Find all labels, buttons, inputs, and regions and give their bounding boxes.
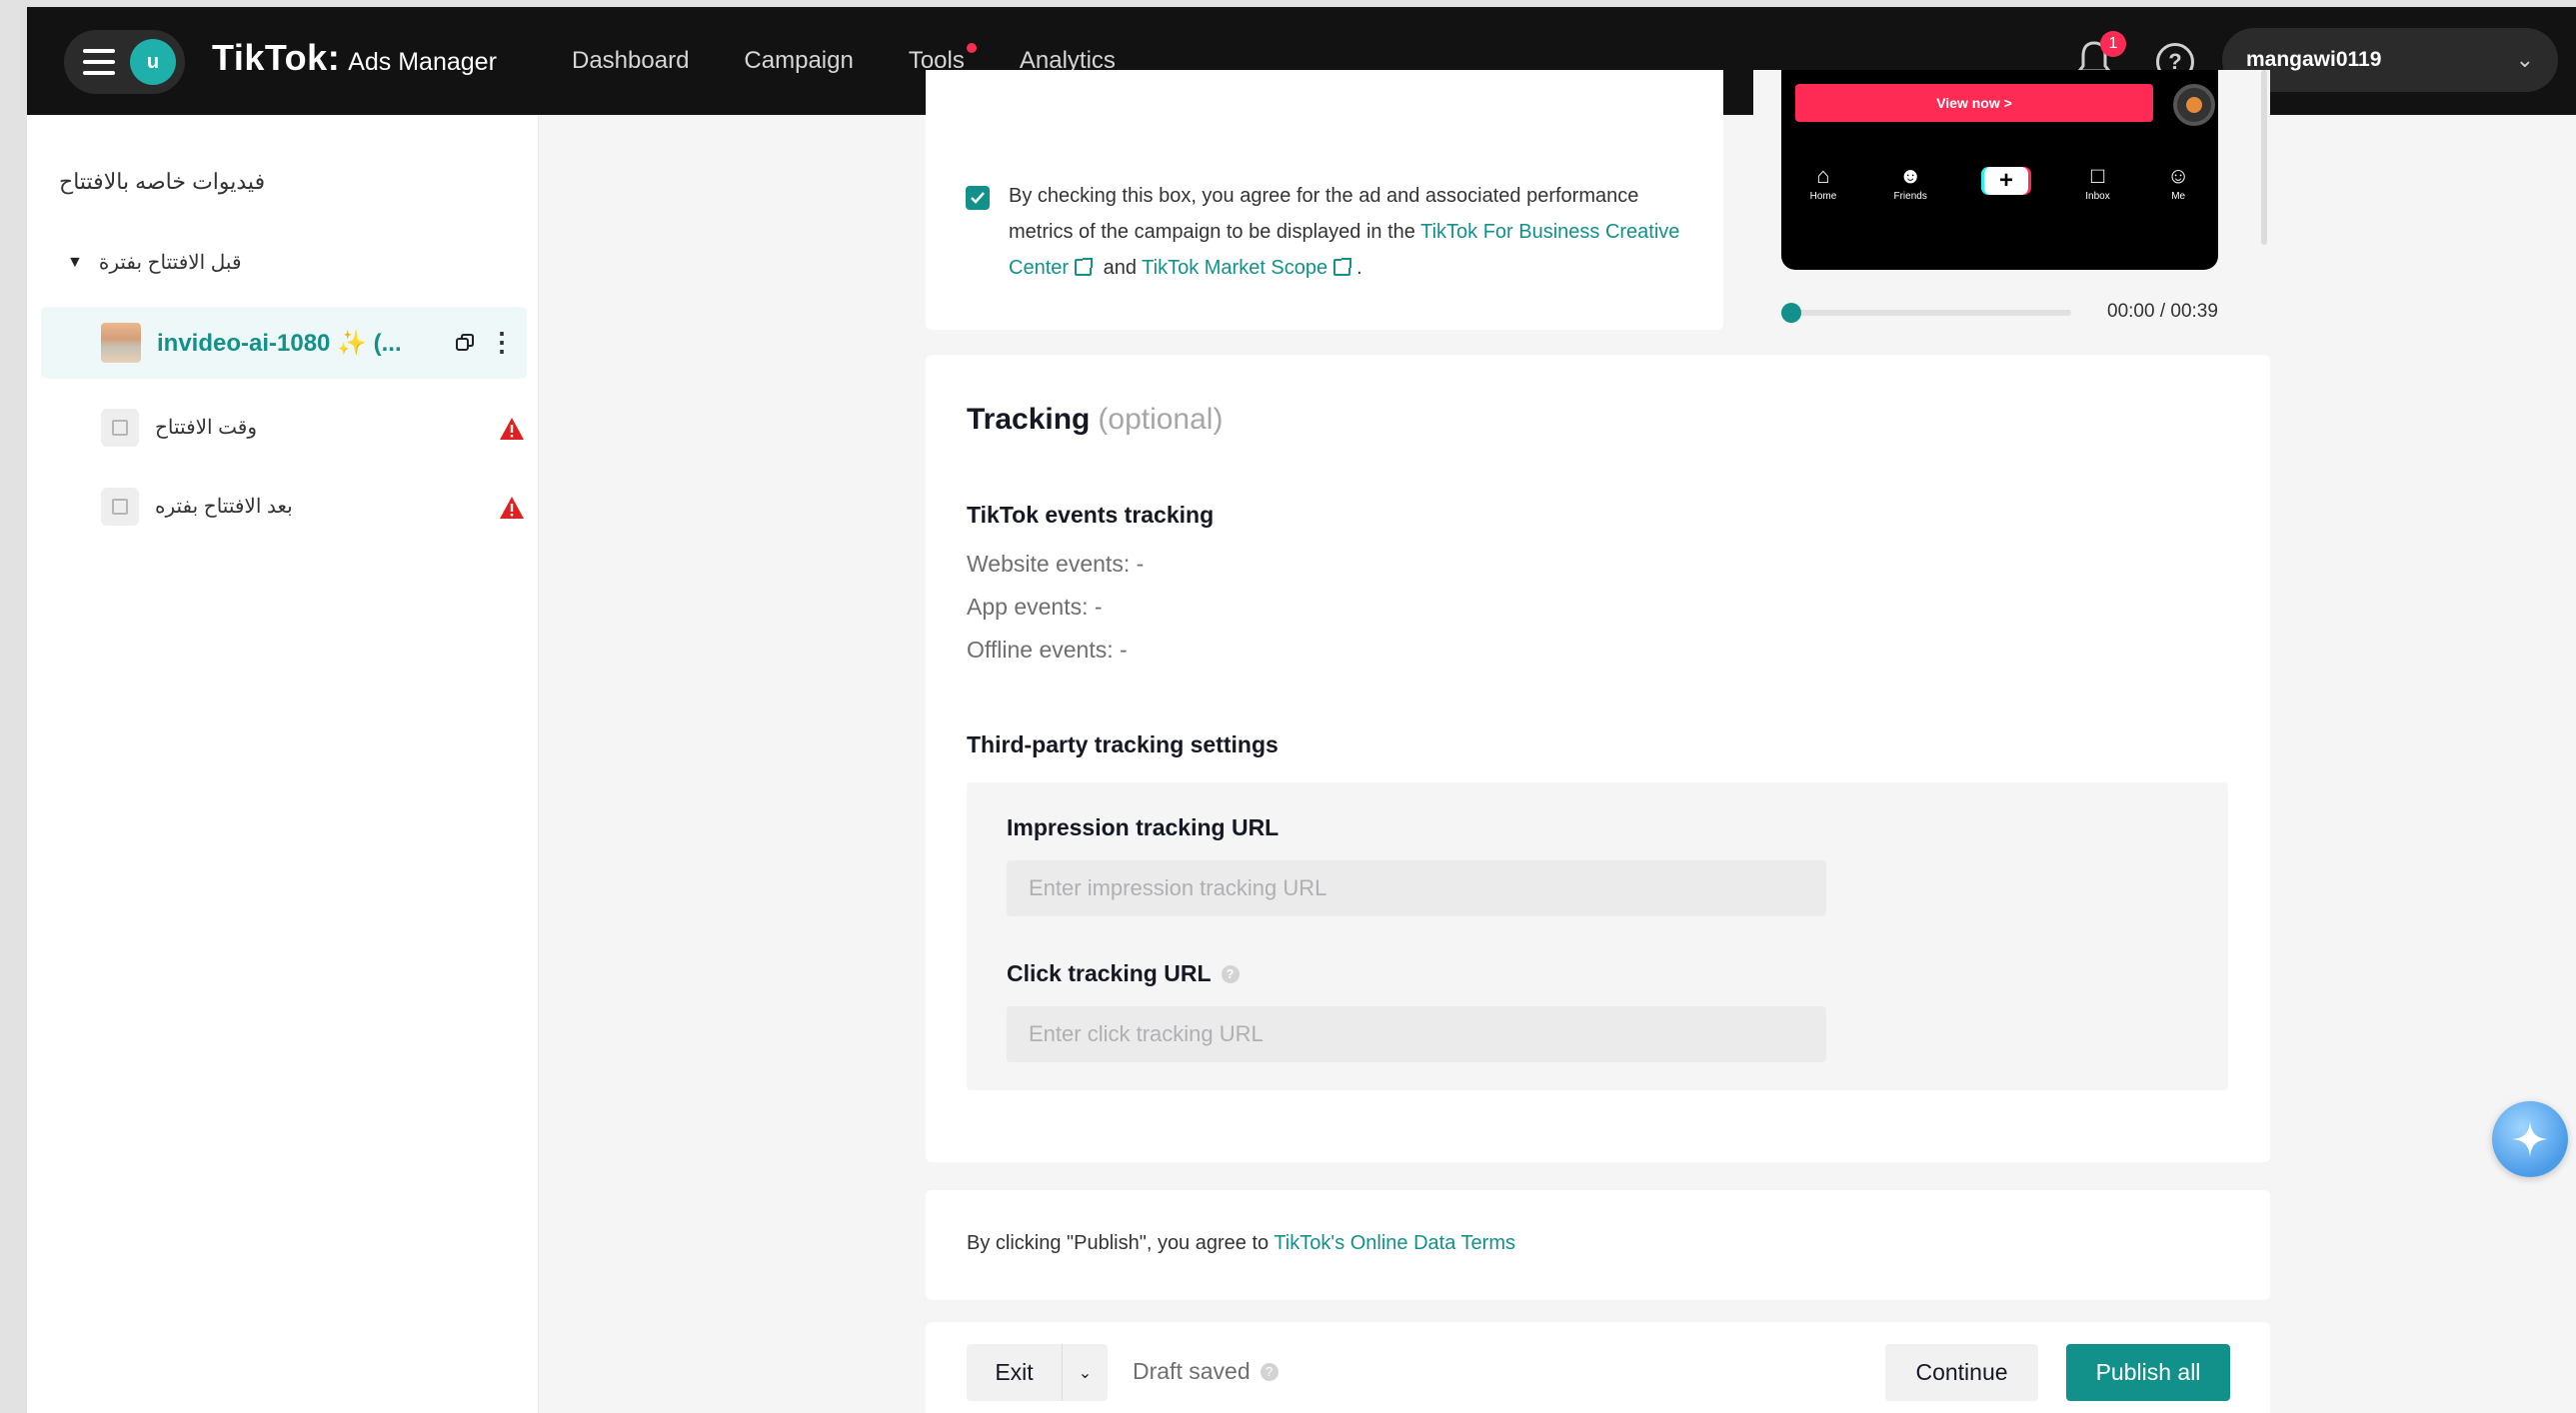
ad-item-label: invideo-ai-1080 ✨ (... [157,330,402,357]
terms-card: By clicking "Publish", you agree to TikT… [926,1190,2270,1300]
more-vertical-icon[interactable]: ⋮ [489,329,515,355]
consent-text-end: . [1356,257,1362,279]
footer-action-bar: Exit ⌄ Draft saved? Continue Publish all [926,1322,2270,1413]
inbox-icon: □ [2090,162,2105,188]
account-name: mangawi0119 [2246,48,2382,71]
preview-tab-label: Friends [1893,190,1927,202]
brand-name: TikTok [212,37,328,78]
hamburger-icon[interactable] [83,49,115,75]
nav-dashboard[interactable]: Dashboard [572,47,689,75]
friends-icon: ☻ [1898,162,1922,188]
app-events-value: App events: - [967,594,1103,620]
online-data-terms-link[interactable]: TikTok's Online Data Terms [1274,1232,1515,1254]
home-icon: ⌂ [1816,162,1830,188]
notification-count-badge: 1 [2100,31,2126,57]
click-url-label-text: Click tracking URL [1007,960,1212,986]
menu-toggle[interactable]: u [64,30,185,94]
click-url-label: Click tracking URL? [1007,960,1240,987]
impression-url-input[interactable] [1007,860,1826,916]
preview-tab-label: Home [1809,190,1837,202]
chevron-down-icon: ⌄ [2515,47,2534,72]
exit-button[interactable]: Exit [967,1344,1063,1401]
profile-icon: ☺ [2166,162,2190,188]
third-party-settings-box: Impression tracking URL Click tracking U… [967,782,2228,1090]
brand-separator: : [327,37,341,78]
section-title: Tracking (optional) [967,403,1223,437]
events-tracking-heading: TikTok events tracking [967,502,1215,528]
impression-url-label: Impression tracking URL [1007,814,1279,841]
publish-all-button[interactable]: Publish all [2066,1344,2230,1401]
chevron-down-icon[interactable]: ⌄ [1063,1363,1108,1383]
preview-tab-bar: ⌂ Home ☻ Friends + □ Inbox ☺ Me [1781,136,2218,226]
brand-logo[interactable]: TikTok: Ads Manager [212,37,497,79]
brand-subtitle: Ads Manager [348,48,497,76]
preview-tab-inbox: □ Inbox [2085,161,2109,202]
avatar[interactable]: u [130,39,176,85]
campaign-name[interactable]: فيديوات خاصه بالافتتاح [59,169,265,195]
tracking-title: Tracking [967,403,1091,436]
consent-text-and: and [1098,257,1143,279]
impression-url-label-text: Impression tracking URL [1007,814,1280,840]
ad-item-active[interactable]: invideo-ai-1080 ✨ (... ⋮ [41,307,527,379]
preview-tab-home: ⌂ Home [1810,161,1837,202]
phone-preview: View now > ⌂ Home ☻ Friends + □ Inbox ☺ Me [1781,70,2218,270]
ad-placeholder-thumb [101,409,139,447]
preview-tab-label: Inbox [2085,190,2110,202]
click-url-input[interactable] [1007,1006,1826,1062]
ad-preview-panel: View now > ⌂ Home ☻ Friends + □ Inbox ☺ Me 0… [1753,70,2270,336]
optional-tag: (optional) [1098,403,1224,436]
terms-text: By clicking "Publish", you agree to TikT… [967,1232,1515,1255]
tracking-section: Tracking (optional) TikTok events trackin… [926,355,2270,1162]
ad-item-label: وقت الافتتاح [155,417,258,439]
preview-tab-me: ☺ Me [2167,161,2189,202]
info-icon[interactable]: ? [1260,1362,1279,1381]
music-disc-icon [2173,84,2215,126]
exit-split-button[interactable]: Exit ⌄ [967,1344,1108,1401]
nav-campaign[interactable]: Campaign [744,47,853,75]
sparkle-icon [2512,1121,2548,1157]
app-window: u TikTok: Ads Manager Dashboard Campaign… [27,7,2576,1413]
account-switcher[interactable]: mangawi0119 ⌄ [2222,28,2558,92]
preview-tab-create: + [1984,167,2029,195]
campaign-tree-sidebar: فيديوات خاصه بالافتتاح ▼ قبل الافتتاح بف… [27,115,539,1413]
info-icon[interactable]: ? [1221,964,1240,983]
ad-item[interactable]: وقت الافتتاح [101,401,527,451]
ad-item[interactable]: بعد الافتتاح بفتره [101,480,527,530]
ad-group-label: قبل الافتتاح بفترة [98,252,242,274]
duplicate-icon[interactable] [455,333,475,353]
ad-item-label: بعد الافتتاح بفتره [155,496,293,518]
market-scope-link-label: TikTok Market Scope [1142,257,1328,279]
video-progress-handle[interactable] [1781,303,1801,323]
external-link-icon [1333,258,1352,276]
cta-view-now-button: View now > [1795,84,2153,122]
website-events-value: Website events: - [967,551,1145,577]
ad-thumbnail [101,323,141,363]
terms-body: By clicking "Publish", you agree to [967,1232,1275,1254]
create-plus-icon: + [1984,167,2029,195]
warning-icon [500,418,524,440]
market-scope-link[interactable]: TikTok Market Scope [1142,257,1356,279]
ad-group-row[interactable]: ▼ قبل الافتتاح بفترة [67,250,242,275]
offline-events-value: Offline events: - [967,637,1128,663]
creative-center-consent-card: By checking this box, you agree for the … [926,70,1723,330]
external-link-icon [1075,258,1094,276]
preview-scrollbar[interactable] [2261,70,2267,245]
video-time: 00:00 / 00:39 [2107,301,2218,322]
draft-status-text: Draft saved [1133,1358,1251,1384]
draft-status: Draft saved? [1133,1358,1279,1385]
ai-assistant-button[interactable] [2492,1101,2568,1177]
video-progress-bar[interactable] [1781,303,2071,323]
new-dot-indicator [966,43,977,53]
preview-tab-label: Me [2171,190,2186,202]
warning-icon [500,497,524,519]
consent-checkbox[interactable] [966,186,990,210]
third-party-heading: Third-party tracking settings [967,731,1279,757]
continue-button[interactable]: Continue [1885,1344,2038,1401]
consent-text: By checking this box, you agree for the … [1009,178,1698,286]
preview-tab-friends: ☻ Friends [1893,161,1926,202]
checkmark-icon [971,192,985,204]
caret-down-icon[interactable]: ▼ [67,254,83,272]
ad-placeholder-thumb [101,488,139,526]
